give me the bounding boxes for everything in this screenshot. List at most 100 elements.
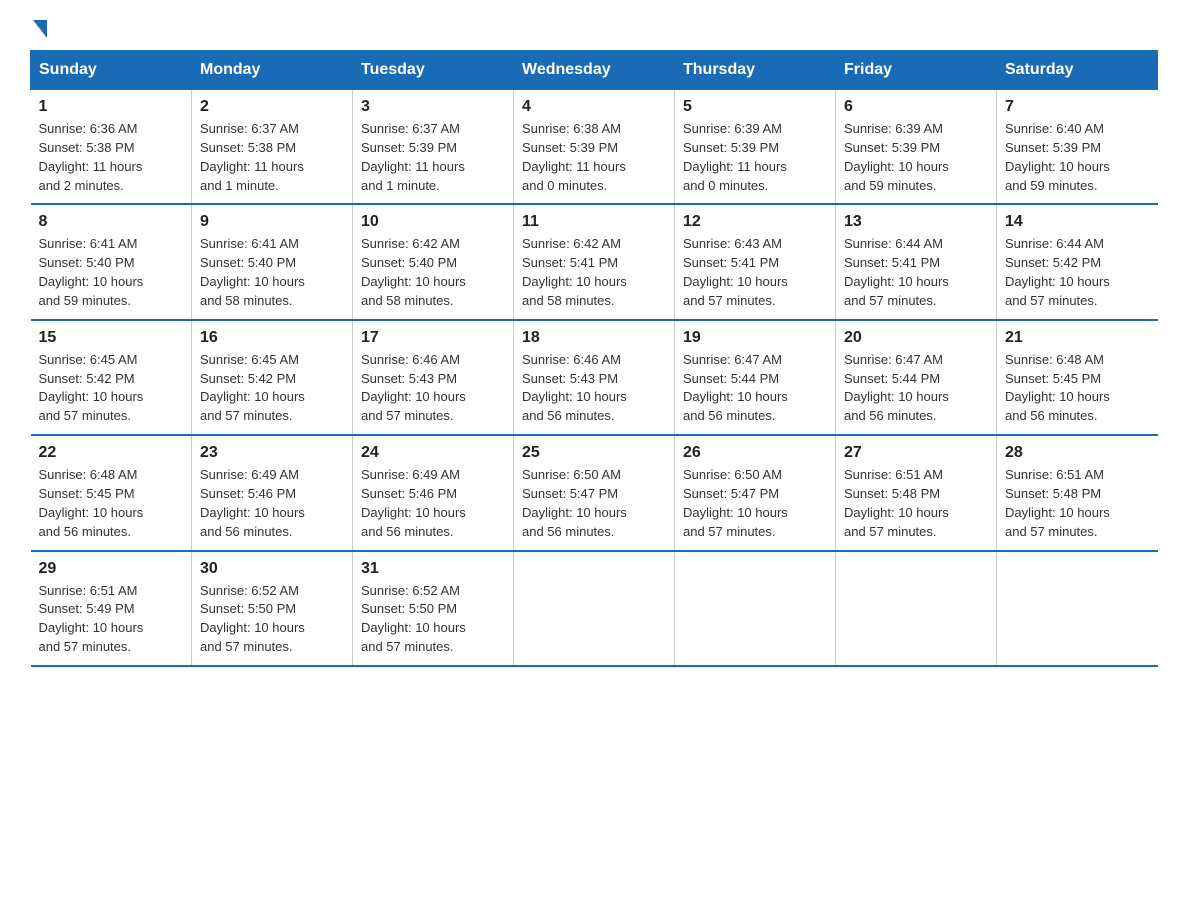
calendar-cell: 18 Sunrise: 6:46 AM Sunset: 5:43 PM Dayli… [514,320,675,435]
calendar-header-row: SundayMondayTuesdayWednesdayThursdayFrid… [31,51,1158,90]
page-header [30,20,1158,32]
day-number: 4 [522,98,666,116]
calendar-cell: 29 Sunrise: 6:51 AM Sunset: 5:49 PM Dayli… [31,551,192,666]
header-sunday: Sunday [31,51,192,90]
day-info: Sunrise: 6:47 AM Sunset: 5:44 PM Dayligh… [844,351,988,426]
calendar-cell: 4 Sunrise: 6:38 AM Sunset: 5:39 PM Daylig… [514,90,675,205]
calendar-cell: 9 Sunrise: 6:41 AM Sunset: 5:40 PM Daylig… [192,204,353,319]
day-info: Sunrise: 6:44 AM Sunset: 5:42 PM Dayligh… [1005,235,1150,310]
day-info: Sunrise: 6:52 AM Sunset: 5:50 PM Dayligh… [361,582,505,657]
day-number: 15 [39,329,184,347]
day-info: Sunrise: 6:43 AM Sunset: 5:41 PM Dayligh… [683,235,827,310]
day-number: 7 [1005,98,1150,116]
day-info: Sunrise: 6:49 AM Sunset: 5:46 PM Dayligh… [361,466,505,541]
day-info: Sunrise: 6:50 AM Sunset: 5:47 PM Dayligh… [683,466,827,541]
calendar-cell: 5 Sunrise: 6:39 AM Sunset: 5:39 PM Daylig… [675,90,836,205]
calendar-cell: 19 Sunrise: 6:47 AM Sunset: 5:44 PM Dayli… [675,320,836,435]
calendar-cell: 13Sunrise: 6:44 AM Sunset: 5:41 PM Dayli… [836,204,997,319]
header-tuesday: Tuesday [353,51,514,90]
day-number: 25 [522,444,666,462]
day-number: 19 [683,329,827,347]
day-number: 31 [361,560,505,578]
day-info: Sunrise: 6:42 AM Sunset: 5:40 PM Dayligh… [361,235,505,310]
day-number: 23 [200,444,344,462]
header-monday: Monday [192,51,353,90]
day-number: 26 [683,444,827,462]
day-info: Sunrise: 6:41 AM Sunset: 5:40 PM Dayligh… [200,235,344,310]
calendar-cell [675,551,836,666]
calendar-cell: 17Sunrise: 6:46 AM Sunset: 5:43 PM Dayli… [353,320,514,435]
day-info: Sunrise: 6:41 AM Sunset: 5:40 PM Dayligh… [39,235,184,310]
day-info: Sunrise: 6:48 AM Sunset: 5:45 PM Dayligh… [1005,351,1150,426]
calendar-cell: 24 Sunrise: 6:49 AM Sunset: 5:46 PM Dayli… [353,435,514,550]
calendar-cell: 2 Sunrise: 6:37 AM Sunset: 5:38 PM Daylig… [192,90,353,205]
calendar-cell: 11 Sunrise: 6:42 AM Sunset: 5:41 PM Dayli… [514,204,675,319]
day-info: Sunrise: 6:36 AM Sunset: 5:38 PM Dayligh… [39,120,184,195]
calendar-cell: 28Sunrise: 6:51 AM Sunset: 5:48 PM Dayli… [997,435,1158,550]
day-info: Sunrise: 6:40 AM Sunset: 5:39 PM Dayligh… [1005,120,1150,195]
day-info: Sunrise: 6:45 AM Sunset: 5:42 PM Dayligh… [39,351,184,426]
calendar-cell: 8 Sunrise: 6:41 AM Sunset: 5:40 PM Daylig… [31,204,192,319]
day-number: 1 [39,98,184,116]
calendar-cell: 12 Sunrise: 6:43 AM Sunset: 5:41 PM Dayli… [675,204,836,319]
day-number: 10 [361,213,505,231]
header-thursday: Thursday [675,51,836,90]
calendar-cell: 14 Sunrise: 6:44 AM Sunset: 5:42 PM Dayli… [997,204,1158,319]
calendar-cell: 30 Sunrise: 6:52 AM Sunset: 5:50 PM Dayli… [192,551,353,666]
day-info: Sunrise: 6:51 AM Sunset: 5:48 PM Dayligh… [844,466,988,541]
day-number: 6 [844,98,988,116]
calendar-week-row: 8 Sunrise: 6:41 AM Sunset: 5:40 PM Daylig… [31,204,1158,319]
logo [30,20,47,32]
calendar-cell: 26 Sunrise: 6:50 AM Sunset: 5:47 PM Dayli… [675,435,836,550]
calendar-week-row: 29 Sunrise: 6:51 AM Sunset: 5:49 PM Dayli… [31,551,1158,666]
day-number: 28 [1005,444,1150,462]
day-info: Sunrise: 6:48 AM Sunset: 5:45 PM Dayligh… [39,466,184,541]
day-info: Sunrise: 6:46 AM Sunset: 5:43 PM Dayligh… [522,351,666,426]
calendar-cell: 15 Sunrise: 6:45 AM Sunset: 5:42 PM Dayli… [31,320,192,435]
calendar-cell [997,551,1158,666]
day-number: 27 [844,444,988,462]
day-info: Sunrise: 6:37 AM Sunset: 5:38 PM Dayligh… [200,120,344,195]
header-saturday: Saturday [997,51,1158,90]
calendar-cell: 31 Sunrise: 6:52 AM Sunset: 5:50 PM Dayli… [353,551,514,666]
day-info: Sunrise: 6:39 AM Sunset: 5:39 PM Dayligh… [844,120,988,195]
calendar-cell: 22 Sunrise: 6:48 AM Sunset: 5:45 PM Dayli… [31,435,192,550]
day-info: Sunrise: 6:39 AM Sunset: 5:39 PM Dayligh… [683,120,827,195]
day-number: 30 [200,560,344,578]
day-info: Sunrise: 6:37 AM Sunset: 5:39 PM Dayligh… [361,120,505,195]
day-number: 5 [683,98,827,116]
calendar-cell: 10 Sunrise: 6:42 AM Sunset: 5:40 PM Dayli… [353,204,514,319]
day-number: 8 [39,213,184,231]
day-number: 9 [200,213,344,231]
calendar-cell: 1 Sunrise: 6:36 AM Sunset: 5:38 PM Daylig… [31,90,192,205]
day-info: Sunrise: 6:51 AM Sunset: 5:49 PM Dayligh… [39,582,184,657]
calendar-week-row: 1 Sunrise: 6:36 AM Sunset: 5:38 PM Daylig… [31,90,1158,205]
day-number: 20 [844,329,988,347]
day-info: Sunrise: 6:52 AM Sunset: 5:50 PM Dayligh… [200,582,344,657]
calendar-cell: 21Sunrise: 6:48 AM Sunset: 5:45 PM Dayli… [997,320,1158,435]
day-number: 14 [1005,213,1150,231]
day-number: 24 [361,444,505,462]
calendar-week-row: 15 Sunrise: 6:45 AM Sunset: 5:42 PM Dayli… [31,320,1158,435]
calendar-cell: 6 Sunrise: 6:39 AM Sunset: 5:39 PM Daylig… [836,90,997,205]
calendar-cell: 20 Sunrise: 6:47 AM Sunset: 5:44 PM Dayli… [836,320,997,435]
day-number: 12 [683,213,827,231]
day-number: 16 [200,329,344,347]
calendar-cell [514,551,675,666]
day-info: Sunrise: 6:44 AM Sunset: 5:41 PM Dayligh… [844,235,988,310]
calendar-cell [836,551,997,666]
day-number: 11 [522,213,666,231]
day-info: Sunrise: 6:42 AM Sunset: 5:41 PM Dayligh… [522,235,666,310]
day-info: Sunrise: 6:47 AM Sunset: 5:44 PM Dayligh… [683,351,827,426]
day-number: 22 [39,444,184,462]
calendar-cell: 23Sunrise: 6:49 AM Sunset: 5:46 PM Dayli… [192,435,353,550]
day-number: 17 [361,329,505,347]
calendar-week-row: 22 Sunrise: 6:48 AM Sunset: 5:45 PM Dayli… [31,435,1158,550]
day-number: 2 [200,98,344,116]
day-info: Sunrise: 6:50 AM Sunset: 5:47 PM Dayligh… [522,466,666,541]
day-number: 18 [522,329,666,347]
calendar-cell: 16Sunrise: 6:45 AM Sunset: 5:42 PM Dayli… [192,320,353,435]
header-wednesday: Wednesday [514,51,675,90]
day-info: Sunrise: 6:38 AM Sunset: 5:39 PM Dayligh… [522,120,666,195]
day-number: 29 [39,560,184,578]
